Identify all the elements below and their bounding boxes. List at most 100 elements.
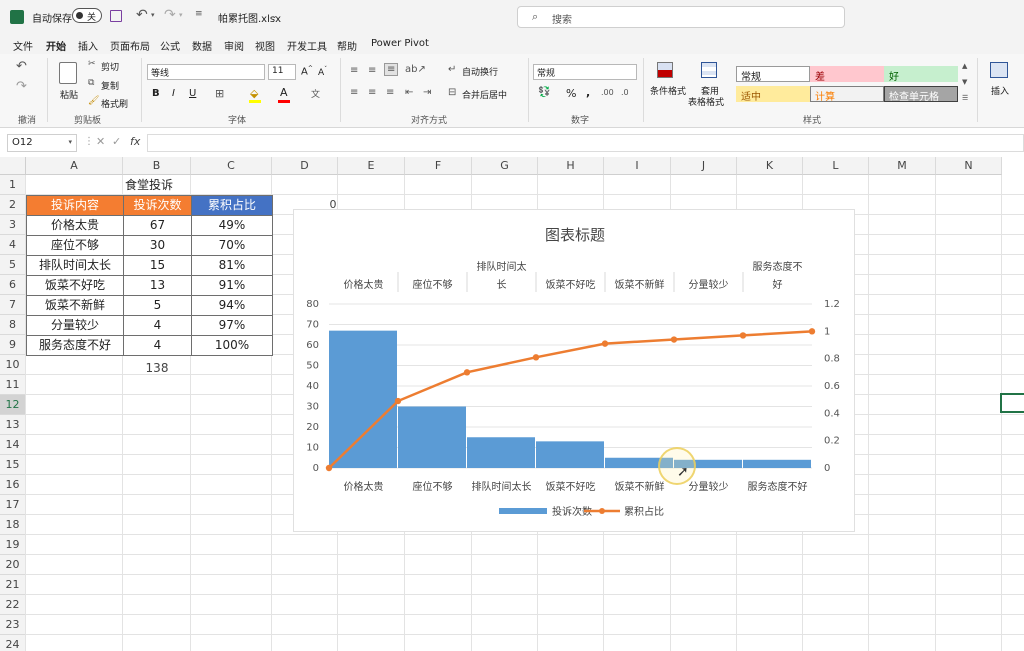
- align-bottom-icon[interactable]: ≡: [384, 63, 399, 76]
- column-header-g[interactable]: G: [472, 157, 538, 175]
- customize-toolbar-icon[interactable]: ≡: [195, 9, 203, 19]
- row-header-19[interactable]: 19: [0, 535, 26, 555]
- table-cell[interactable]: 15: [123, 255, 192, 276]
- autosave-toggle[interactable]: 关: [72, 8, 102, 23]
- column-header-j[interactable]: J: [671, 157, 737, 175]
- insert-cells-button[interactable]: 插入: [991, 84, 1009, 97]
- style-gallery-down-icon[interactable]: ▼: [962, 78, 967, 86]
- ribbon-undo-icon[interactable]: ↶: [16, 59, 27, 74]
- cumulative-point-6[interactable]: [739, 332, 747, 339]
- align-center-icon[interactable]: ≡: [368, 87, 376, 98]
- format-painter-icon[interactable]: 🖌: [88, 96, 99, 106]
- table-cell[interactable]: 70%: [191, 235, 273, 256]
- row-header-22[interactable]: 22: [0, 595, 26, 615]
- table-format-button-line2[interactable]: 表格格式: [688, 95, 724, 108]
- format-painter-button[interactable]: 格式刷: [101, 97, 128, 110]
- copy-button[interactable]: 复制: [101, 79, 119, 92]
- table-cell[interactable]: 饭菜不新鲜: [26, 295, 124, 316]
- row-header-8[interactable]: 8: [0, 315, 26, 335]
- tab-formulas[interactable]: 公式: [160, 38, 180, 53]
- comma-icon[interactable]: ,: [586, 86, 590, 99]
- column-header-k[interactable]: K: [737, 157, 803, 175]
- cell-style-4[interactable]: 计算: [810, 86, 884, 103]
- row-header-21[interactable]: 21: [0, 575, 26, 595]
- decrease-decimal-icon[interactable]: .0: [621, 88, 629, 97]
- tab-view[interactable]: 视图: [255, 38, 275, 53]
- align-middle-icon[interactable]: ≡: [368, 65, 376, 76]
- cancel-icon[interactable]: ✕: [96, 135, 105, 148]
- font-name-dropdown[interactable]: 等线: [147, 64, 265, 80]
- row-header-7[interactable]: 7: [0, 295, 26, 315]
- tab-data[interactable]: 数据: [192, 38, 212, 53]
- row-header-18[interactable]: 18: [0, 515, 26, 535]
- table-cell[interactable]: 分量较少: [26, 315, 124, 336]
- conditional-format-icon[interactable]: [657, 62, 673, 78]
- row-header-5[interactable]: 5: [0, 255, 26, 275]
- table-cell[interactable]: 49%: [191, 215, 273, 236]
- row-header-20[interactable]: 20: [0, 555, 26, 575]
- bar-6[interactable]: [743, 459, 811, 468]
- italic-icon[interactable]: I: [172, 88, 175, 99]
- table-cell[interactable]: 4: [123, 335, 192, 356]
- row-header-3[interactable]: 3: [0, 215, 26, 235]
- table-cell[interactable]: 排队时间太长: [26, 255, 124, 276]
- cumulative-point-1[interactable]: [394, 397, 402, 405]
- pareto-chart[interactable]: 图表标题 0 10 20 30 40 50 60 70 80 0 0.2 0.4 0.6 0.8 1 1.2 价…: [293, 209, 855, 532]
- cut-button[interactable]: 剪切: [101, 60, 119, 73]
- search-box[interactable]: ⌕ 搜索: [517, 6, 845, 28]
- row-header-6[interactable]: 6: [0, 275, 26, 295]
- table-cell[interactable]: 4: [123, 315, 192, 336]
- column-header-l[interactable]: L: [803, 157, 869, 175]
- table-cell[interactable]: 座位不够: [26, 235, 124, 256]
- orientation-icon[interactable]: ab↗: [405, 64, 426, 75]
- redo-icon[interactable]: ↷: [164, 7, 176, 23]
- insert-cells-icon[interactable]: [990, 62, 1008, 78]
- ribbon-redo-icon[interactable]: ↷: [16, 79, 27, 94]
- bar-1[interactable]: [398, 406, 466, 469]
- table-cell[interactable]: 服务态度不好: [26, 335, 124, 356]
- table-cell[interactable]: 94%: [191, 295, 273, 316]
- enter-icon[interactable]: ✓: [112, 135, 121, 148]
- total-count-cell[interactable]: 138: [123, 358, 191, 378]
- column-header-e[interactable]: E: [338, 157, 405, 175]
- paste-button[interactable]: 粘贴: [60, 88, 78, 101]
- row-header-17[interactable]: 17: [0, 495, 26, 515]
- wrap-text-icon[interactable]: ↵: [448, 64, 456, 75]
- tab-review[interactable]: 审阅: [224, 38, 244, 53]
- row-header-9[interactable]: 9: [0, 335, 26, 355]
- column-header-i[interactable]: I: [604, 157, 671, 175]
- formula-input[interactable]: [147, 134, 1024, 152]
- table-cell[interactable]: 67: [123, 215, 192, 236]
- row-header-10[interactable]: 10: [0, 355, 26, 375]
- cumulative-point-5[interactable]: [670, 336, 678, 343]
- table-cell[interactable]: 91%: [191, 275, 273, 296]
- column-header-h[interactable]: H: [538, 157, 604, 175]
- column-header-f[interactable]: F: [405, 157, 472, 175]
- tab-page-layout[interactable]: 页面布局: [110, 38, 150, 53]
- font-size-dropdown[interactable]: 11: [268, 64, 296, 80]
- name-box[interactable]: O12 ▾: [7, 134, 77, 152]
- selected-cell-o12[interactable]: [1000, 393, 1024, 413]
- indent-increase-icon[interactable]: ⇥: [423, 87, 431, 98]
- insert-function-icon[interactable]: fx: [130, 135, 140, 148]
- tab-file[interactable]: 文件: [13, 38, 33, 53]
- align-left-icon[interactable]: ≡: [350, 87, 358, 98]
- cumulative-point-4[interactable]: [601, 340, 609, 347]
- column-header-d[interactable]: D: [272, 157, 338, 175]
- tab-help[interactable]: 帮助: [337, 38, 357, 53]
- table-cell[interactable]: 100%: [191, 335, 273, 356]
- cumulative-point-2[interactable]: [463, 369, 471, 376]
- row-header-11[interactable]: 11: [0, 375, 26, 395]
- column-header-n[interactable]: N: [936, 157, 1002, 175]
- cell-style-5[interactable]: 检查单元格: [884, 86, 958, 103]
- merge-center-button[interactable]: 合并后居中: [462, 88, 507, 101]
- table-header-cell[interactable]: 累积占比: [191, 195, 273, 216]
- row-header-12[interactable]: 12: [0, 395, 26, 415]
- filename-chevron-icon[interactable]: ⌄: [271, 11, 278, 20]
- cut-icon[interactable]: ✂: [88, 59, 96, 69]
- row-header-4[interactable]: 4: [0, 235, 26, 255]
- font-color-icon[interactable]: A: [280, 86, 288, 99]
- decrease-font-icon[interactable]: Aˇ: [318, 66, 327, 78]
- row-header-24[interactable]: 24: [0, 635, 26, 651]
- table-header-cell[interactable]: 投诉内容: [26, 195, 124, 216]
